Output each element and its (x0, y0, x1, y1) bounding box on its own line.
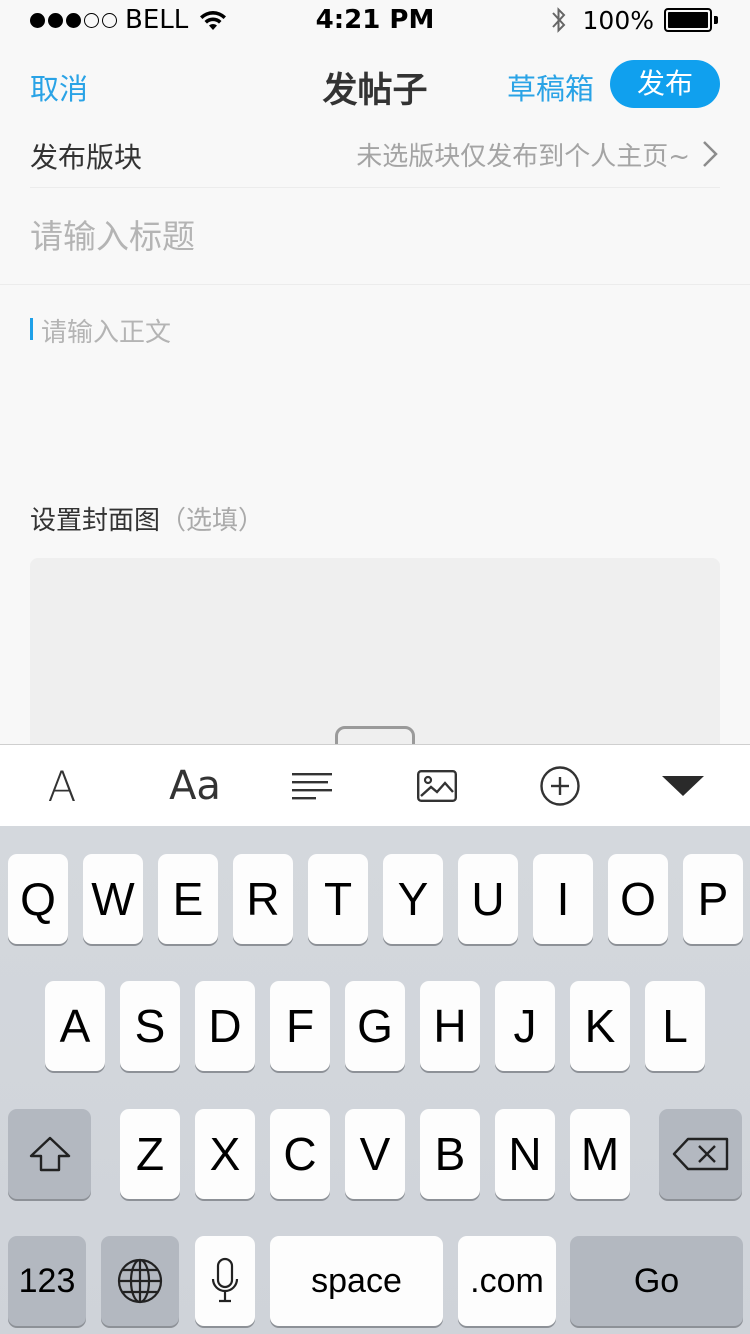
status-right: 100% (549, 4, 718, 36)
divider (0, 284, 750, 285)
key-j[interactable]: J (495, 981, 555, 1071)
font-icon[interactable]: A (22, 745, 102, 827)
collapse-keyboard-icon[interactable] (643, 745, 723, 827)
key-k[interactable]: K (570, 981, 630, 1071)
key-d[interactable]: D (195, 981, 255, 1071)
globe-key[interactable] (101, 1236, 179, 1326)
key-i[interactable]: I (533, 854, 593, 944)
publish-button[interactable]: 发布 (610, 60, 720, 108)
section-label: 发布版块 (30, 141, 143, 174)
format-toolbar: A Aa (0, 744, 750, 826)
body-input[interactable]: 请输入正文 (41, 312, 171, 349)
key-c[interactable]: C (270, 1109, 330, 1199)
microphone-key[interactable] (195, 1236, 255, 1326)
key-h[interactable]: H (420, 981, 480, 1071)
align-left-icon[interactable] (273, 745, 353, 827)
key-o[interactable]: O (608, 854, 668, 944)
key-b[interactable]: B (420, 1109, 480, 1199)
cover-label: 设置封面图（选填） (30, 500, 264, 537)
key-m[interactable]: M (570, 1109, 630, 1199)
go-key[interactable]: Go (570, 1236, 743, 1326)
key-f[interactable]: F (270, 981, 330, 1071)
align-left-svg (292, 773, 332, 800)
collapse-svg (662, 776, 704, 796)
battery-icon (664, 8, 718, 32)
globe-icon (117, 1258, 163, 1304)
nav-bar: 取消 发帖子 草稿箱 发布 (0, 40, 750, 128)
status-bar: BELL 4:21 PM 100% (0, 0, 750, 40)
image-svg (417, 770, 457, 802)
backspace-icon (672, 1137, 728, 1171)
key-t[interactable]: T (308, 854, 368, 944)
backspace-key[interactable] (659, 1109, 742, 1199)
text-cursor (30, 318, 33, 340)
key-q[interactable]: Q (8, 854, 68, 944)
key-z[interactable]: Z (120, 1109, 180, 1199)
key-s[interactable]: S (120, 981, 180, 1071)
key-g[interactable]: G (345, 981, 405, 1071)
key-a[interactable]: A (45, 981, 105, 1071)
key-u[interactable]: U (458, 854, 518, 944)
add-circle-icon[interactable] (520, 745, 600, 827)
font-size-label: Aa (169, 763, 221, 809)
space-key[interactable]: space (270, 1236, 443, 1326)
chevron-right-icon (703, 141, 718, 167)
key-r[interactable]: R (233, 854, 293, 944)
font-label: A (47, 761, 77, 811)
section-value: 未选版块仅发布到个人主页~ (356, 142, 690, 172)
numbers-key[interactable]: 123 (8, 1236, 86, 1326)
microphone-icon (211, 1257, 239, 1303)
key-p[interactable]: P (683, 854, 743, 944)
key-e[interactable]: E (158, 854, 218, 944)
shift-key[interactable] (8, 1109, 91, 1199)
key-l[interactable]: L (645, 981, 705, 1071)
battery-percent: 100% (582, 5, 654, 35)
bluetooth-icon (551, 7, 565, 33)
add-circle-svg (540, 766, 580, 806)
key-y[interactable]: Y (383, 854, 443, 944)
key-w[interactable]: W (83, 854, 143, 944)
title-input[interactable]: 请输入标题 (30, 210, 195, 258)
key-x[interactable]: X (195, 1109, 255, 1199)
image-icon[interactable] (397, 745, 477, 827)
section-selector-row[interactable]: 发布版块 未选版块仅发布到个人主页~ (30, 128, 720, 188)
key-v[interactable]: V (345, 1109, 405, 1199)
drafts-button[interactable]: 草稿箱 (507, 66, 594, 108)
shift-icon (29, 1136, 70, 1172)
keyboard: Q W E R T Y U I O P A S D F G H J K L Z … (0, 826, 750, 1334)
dotcom-key[interactable]: .com (458, 1236, 556, 1326)
cover-optional-text: （选填） (160, 506, 265, 536)
cover-label-text: 设置封面图 (30, 506, 161, 536)
font-size-icon[interactable]: Aa (155, 745, 235, 827)
key-n[interactable]: N (495, 1109, 555, 1199)
